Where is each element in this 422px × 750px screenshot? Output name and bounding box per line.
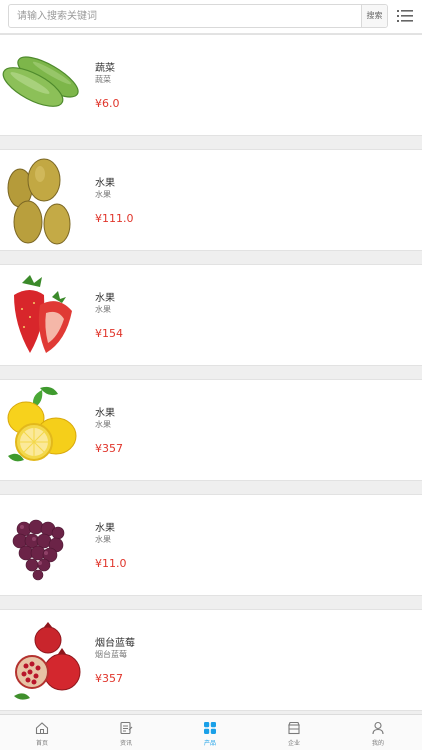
product-price: ¥357: [95, 442, 123, 455]
tab-mine-label: 我的: [371, 740, 384, 747]
product-subtitle: 水果: [95, 535, 111, 544]
product-price: ¥154: [95, 327, 123, 340]
product-image-lemon[interactable]: [0, 380, 86, 480]
product-item[interactable]: 水果 水果 ¥357: [0, 379, 422, 481]
home-icon: [35, 722, 49, 735]
news-icon: [120, 721, 133, 735]
product-subtitle: 水果: [95, 190, 111, 199]
tab-company-label: 企业: [287, 740, 300, 747]
product-image-kiwi[interactable]: [0, 150, 86, 250]
product-image-strawberry[interactable]: [0, 265, 86, 365]
product-image-grape[interactable]: [0, 495, 86, 595]
product-title: 水果: [95, 408, 115, 419]
tab-news-label: 资讯: [119, 740, 132, 747]
product-item[interactable]: 水果 水果 ¥111.0: [0, 149, 422, 251]
tab-news[interactable]: 资讯: [84, 715, 168, 750]
company-icon: [288, 721, 300, 735]
product-image-cucumber[interactable]: [0, 35, 86, 135]
user-icon: [372, 721, 384, 735]
tab-mine[interactable]: 我的: [336, 715, 420, 750]
list-menu-icon[interactable]: [396, 7, 414, 25]
bottom-tab-bar: 首页 资讯 产品 企业 我的: [0, 714, 422, 750]
product-subtitle: 水果: [95, 305, 111, 314]
product-subtitle: 水果: [95, 420, 111, 429]
search-bar: 搜索: [0, 0, 422, 34]
tab-home-label: 首页: [35, 740, 48, 747]
tab-company[interactable]: 企业: [252, 715, 336, 750]
product-item[interactable]: 蔬菜 蔬菜 ¥6.0: [0, 34, 422, 136]
product-title: 水果: [95, 523, 115, 534]
products-icon: [204, 722, 216, 734]
product-item[interactable]: 水果 水果 ¥154: [0, 264, 422, 366]
tab-home[interactable]: 首页: [0, 715, 84, 750]
product-subtitle: 烟台蓝莓: [95, 650, 127, 659]
product-image-pomegranate[interactable]: [0, 610, 86, 710]
tab-products-label: 产品: [203, 740, 216, 747]
search-button[interactable]: 搜索: [361, 5, 387, 27]
product-price: ¥357: [95, 672, 123, 685]
product-item[interactable]: 烟台蓝莓 烟台蓝莓 ¥357: [0, 609, 422, 711]
product-title: 烟台蓝莓: [95, 638, 135, 649]
search-input[interactable]: [9, 5, 361, 27]
product-item[interactable]: 水果 水果 ¥11.0: [0, 494, 422, 596]
search-box: 搜索: [8, 4, 388, 28]
product-title: 水果: [95, 178, 115, 189]
product-subtitle: 蔬菜: [95, 75, 111, 84]
product-price: ¥6.0: [95, 97, 120, 110]
tab-products[interactable]: 产品: [168, 715, 252, 750]
product-price: ¥11.0: [95, 557, 127, 570]
product-title: 水果: [95, 293, 115, 304]
product-price: ¥111.0: [95, 212, 134, 225]
product-title: 蔬菜: [95, 63, 115, 74]
